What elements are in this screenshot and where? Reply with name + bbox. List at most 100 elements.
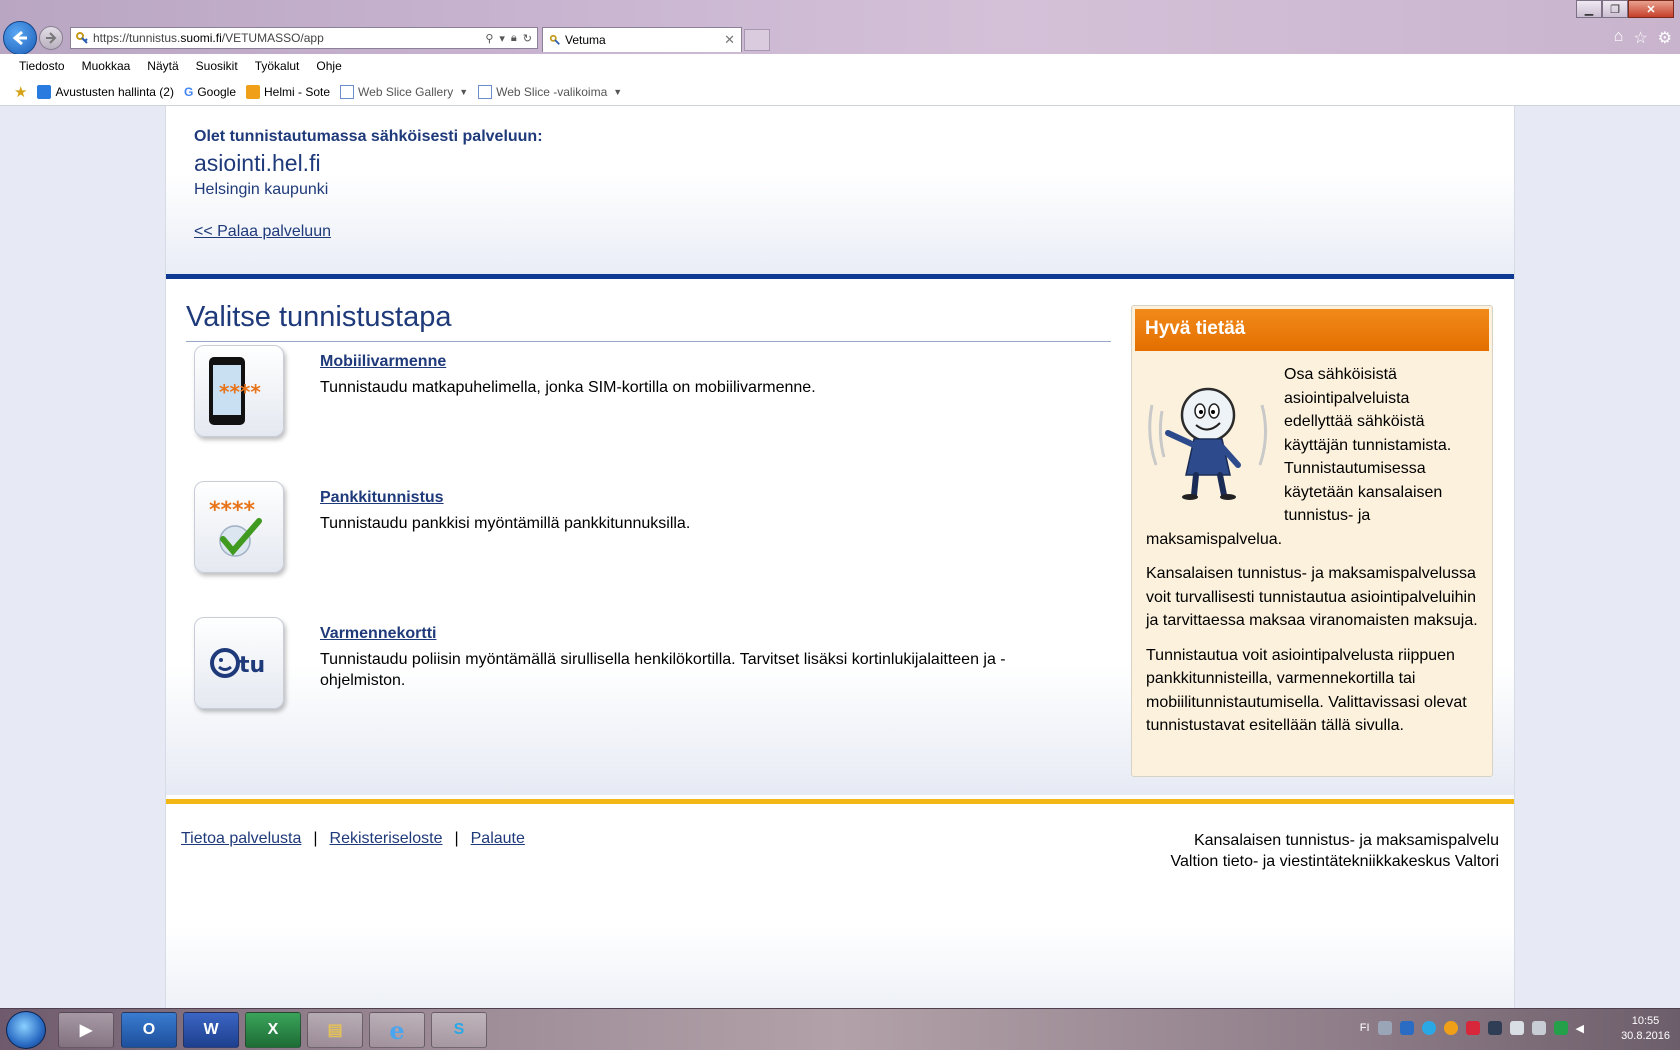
- method-title[interactable]: Varmennekortti: [320, 625, 436, 643]
- menu-item-tools[interactable]: Työkalut: [255, 59, 300, 73]
- add-favorite-star-icon[interactable]: ★: [14, 83, 27, 101]
- service-name: asiointi.hel.fi: [194, 150, 321, 176]
- close-window-icon[interactable]: ✕: [1628, 0, 1674, 18]
- bank-checkmark-icon[interactable]: ****: [194, 481, 284, 573]
- footer-provider-info: Kansalaisen tunnistus- ja maksamispalvel…: [1171, 830, 1499, 872]
- search-icon[interactable]: ⚲: [485, 32, 493, 45]
- menu-item-file[interactable]: Tiedosto: [19, 59, 65, 73]
- method-description: Tunnistaudu poliisin myöntämällä sirulli…: [320, 651, 1006, 689]
- minimize-icon[interactable]: ▁: [1576, 0, 1602, 18]
- arrow-left-icon: [12, 30, 27, 46]
- tab-vetuma[interactable]: Vetuma ✕: [542, 27, 742, 52]
- browser-title-bar: ▁ ❐ ✕ https://tunnistus.suomi.fi/VETUMAS…: [0, 0, 1680, 55]
- page-title: Valitse tunnistustapa: [186, 301, 452, 333]
- ie-page-icon: [37, 84, 52, 99]
- etu-card-icon[interactable]: tu: [194, 617, 284, 709]
- svg-text:****: ****: [209, 498, 256, 523]
- footer-link-feedback[interactable]: Palaute: [471, 830, 525, 848]
- menu-item-edit[interactable]: Muokkaa: [82, 59, 131, 73]
- key-icon: [549, 34, 560, 45]
- language-indicator[interactable]: FI: [1360, 1022, 1370, 1034]
- favorite-web-slice-gallery[interactable]: Web Slice Gallery ▼: [340, 84, 468, 99]
- refresh-icon[interactable]: ↻: [523, 32, 532, 45]
- forward-button[interactable]: [39, 26, 63, 50]
- home-icon[interactable]: ⌂: [1614, 28, 1624, 48]
- display-tray-icon[interactable]: [1487, 1021, 1502, 1035]
- outlook-icon[interactable]: O: [121, 1012, 177, 1048]
- svg-text:tu: tu: [239, 653, 265, 678]
- url-text[interactable]: https://tunnistus.suomi.fi/VETUMASSO/app: [93, 31, 485, 45]
- gear-icon[interactable]: ⚙: [1658, 28, 1672, 48]
- page-container: Olet tunnistautumassa sähköisesti palvel…: [165, 106, 1515, 1008]
- menu-item-favorites[interactable]: Suosikit: [196, 59, 238, 73]
- google-icon: G: [183, 84, 194, 99]
- back-button[interactable]: [3, 21, 37, 55]
- excel-icon[interactable]: X: [245, 1012, 301, 1048]
- organization-name: Helsingin kaupunki: [194, 181, 329, 198]
- tab-title: Vetuma: [565, 33, 606, 47]
- waving-mascot-icon: [1148, 387, 1267, 500]
- favorite-avustusten-hallinta[interactable]: Avustusten hallinta (2): [37, 84, 174, 99]
- keyboard-icon[interactable]: [1377, 1021, 1392, 1035]
- skype-icon[interactable]: S: [431, 1012, 487, 1048]
- web-slice-icon: [340, 84, 355, 99]
- file-explorer-icon[interactable]: ▤: [307, 1012, 363, 1048]
- helmi-icon: [246, 84, 261, 99]
- system-tray: FI ◀: [1360, 1021, 1584, 1035]
- chevron-down-icon[interactable]: ▼: [459, 87, 468, 97]
- browser-toolbar-right: ⌂ ☆ ⚙: [1614, 28, 1672, 48]
- signal-bars-icon[interactable]: [1509, 1021, 1524, 1035]
- network-icon[interactable]: [1531, 1021, 1546, 1035]
- footer-link-about-service[interactable]: Tietoa palvelusta: [181, 830, 301, 848]
- footer-link-privacy-statement[interactable]: Rekisteriseloste: [330, 830, 443, 848]
- clock-time: 10:55: [1631, 1015, 1660, 1027]
- mobile-phone-icon[interactable]: ****: [194, 345, 284, 437]
- title-underline: [186, 341, 1111, 342]
- word-icon[interactable]: W: [183, 1012, 239, 1048]
- security-tray-icon[interactable]: [1553, 1021, 1568, 1035]
- method-title[interactable]: Mobiilivarmenne: [320, 353, 446, 371]
- lock-icon[interactable]: 🔒︎: [511, 32, 517, 45]
- update-tray-icon[interactable]: [1443, 1021, 1458, 1035]
- chevron-down-icon[interactable]: ▼: [613, 87, 622, 97]
- start-button[interactable]: [6, 1011, 46, 1049]
- media-player-icon[interactable]: ▶: [58, 1012, 114, 1048]
- service-header: Olet tunnistautumassa sähköisesti palvel…: [166, 106, 1514, 274]
- infobox-paragraph: Kansalaisen tunnistus- ja maksamispalvel…: [1146, 565, 1478, 629]
- method-certificate-card[interactable]: tu Varmennekortti Tunnistaudu poliisin m…: [194, 617, 1094, 717]
- skype-tray-icon[interactable]: [1421, 1021, 1436, 1035]
- adobe-tray-icon[interactable]: [1465, 1021, 1480, 1035]
- clock-date: 30.8.2016: [1621, 1030, 1670, 1042]
- volume-icon[interactable]: ◀: [1576, 1022, 1584, 1035]
- address-bar[interactable]: https://tunnistus.suomi.fi/VETUMASSO/app…: [70, 27, 538, 49]
- key-icon: [76, 32, 88, 44]
- system-clock[interactable]: 10:55 30.8.2016: [1621, 1014, 1670, 1044]
- infobox-title: Hyvä tietää: [1135, 309, 1489, 351]
- outlook-tray-icon[interactable]: [1399, 1021, 1414, 1035]
- menu-item-help[interactable]: Ohje: [316, 59, 341, 73]
- favorites-star-icon[interactable]: ☆: [1633, 28, 1647, 48]
- arrow-right-icon: [46, 32, 57, 44]
- footer-links: Tietoa palvelusta | Rekisteriseloste | P…: [181, 830, 525, 848]
- method-mobile-certificate[interactable]: **** Mobiilivarmenne Tunnistaudu matkapu…: [194, 345, 1094, 445]
- svg-text:****: ****: [219, 380, 261, 404]
- windows-taskbar: ▶ O W X ▤ e S FI ◀ 10:55 30.8.2016: [0, 1008, 1680, 1050]
- auth-intro-text: Olet tunnistautumassa sähköisesti palvel…: [194, 128, 543, 145]
- return-to-service-link[interactable]: << Palaa palveluun: [194, 223, 331, 241]
- page-footer: Tietoa palvelusta | Rekisteriseloste | P…: [166, 804, 1514, 1008]
- favorite-web-slice-valikoima[interactable]: Web Slice -valikoima ▼: [478, 84, 622, 99]
- menu-bar: Tiedosto Muokkaa Näytä Suosikit Työkalut…: [0, 54, 1680, 78]
- provider-agency-name: Valtion tieto- ja viestintätekniikkakesk…: [1170, 853, 1499, 870]
- favorite-google[interactable]: G Google: [184, 85, 236, 99]
- link-separator: |: [454, 830, 459, 847]
- close-tab-icon[interactable]: ✕: [724, 32, 735, 48]
- internet-explorer-icon[interactable]: e: [369, 1012, 425, 1048]
- restore-icon[interactable]: ❐: [1602, 0, 1628, 18]
- method-title[interactable]: Pankkitunnistus: [320, 489, 444, 507]
- favorite-helmi-sote[interactable]: Helmi - Sote: [246, 84, 330, 99]
- dropdown-icon[interactable]: ▾: [499, 32, 505, 45]
- menu-item-view[interactable]: Näytä: [147, 59, 178, 73]
- method-bank-authentication[interactable]: **** Pankkitunnistus Tunnistaudu pankkis…: [194, 481, 1094, 581]
- new-tab-button[interactable]: [744, 29, 770, 51]
- infobox-body: Osa sähköisistä asiointipalveluista edel…: [1135, 351, 1489, 738]
